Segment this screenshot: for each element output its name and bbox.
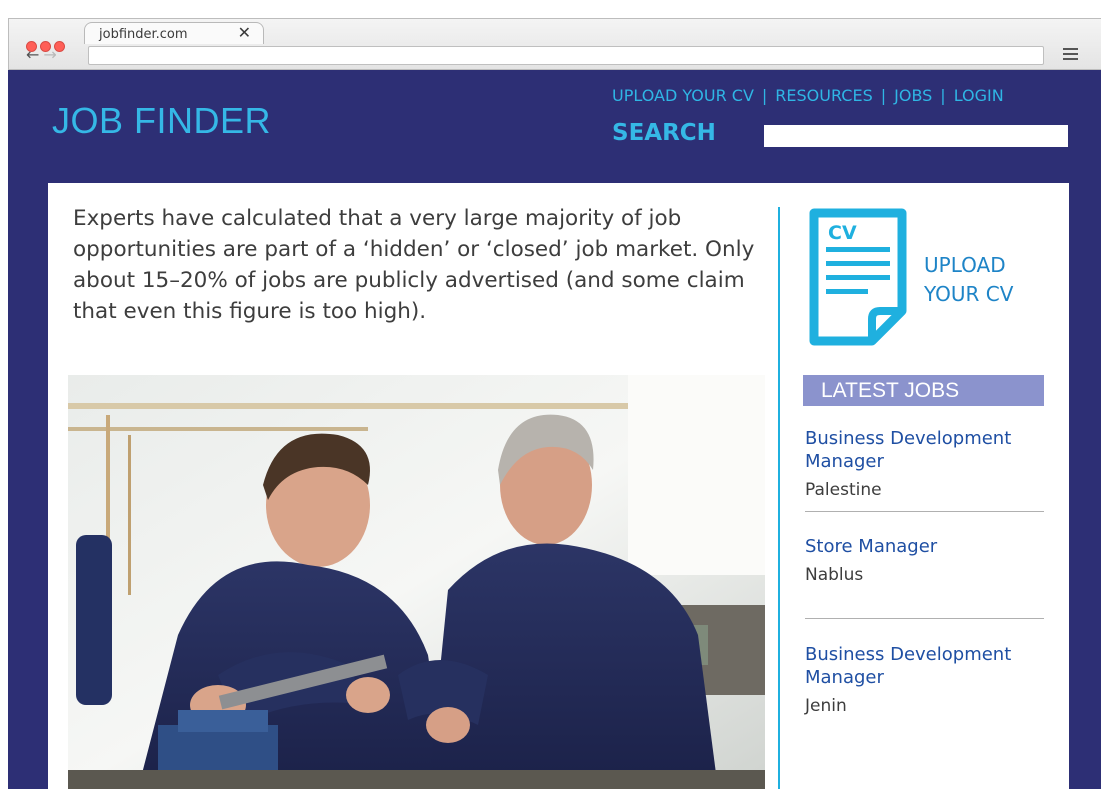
search-label: SEARCH bbox=[612, 120, 716, 146]
job-location: Palestine bbox=[805, 480, 882, 500]
content-divider bbox=[778, 207, 780, 789]
job-separator bbox=[805, 511, 1044, 512]
latest-jobs-header: LATEST JOBS bbox=[803, 375, 1044, 406]
search-input[interactable] bbox=[764, 125, 1068, 147]
job-listing[interactable]: Business Development Manager Jenin bbox=[805, 643, 1045, 718]
job-finder-site: JOB FINDER UPLOAD YOUR CV | RESOURCES | JOBS… bbox=[8, 70, 1101, 789]
tab-title: jobfinder.com bbox=[99, 27, 188, 42]
forward-arrow-icon[interactable]: → bbox=[43, 45, 60, 64]
address-bar[interactable] bbox=[88, 46, 1044, 65]
content-panel: Experts have calculated that a very larg… bbox=[48, 183, 1069, 789]
nav-separator: | bbox=[761, 86, 768, 105]
nav-jobs[interactable]: JOBS bbox=[894, 86, 932, 105]
intro-paragraph: Experts have calculated that a very larg… bbox=[73, 206, 755, 324]
nav-separator: | bbox=[880, 86, 887, 105]
close-tab-icon[interactable]: ✕ bbox=[238, 24, 251, 42]
back-arrow-icon[interactable]: ← bbox=[26, 45, 43, 64]
nav-arrows: ←→ bbox=[26, 45, 61, 64]
job-title[interactable]: Store Manager bbox=[805, 535, 1045, 558]
nav-resources[interactable]: RESOURCES bbox=[775, 86, 872, 105]
cv-document-icon[interactable]: CV bbox=[808, 207, 908, 347]
browser-tab[interactable]: jobfinder.com ✕ bbox=[84, 22, 264, 44]
hamburger-menu-icon[interactable] bbox=[1063, 48, 1078, 60]
cv-icon-label: CV bbox=[828, 222, 857, 244]
job-location: Nablus bbox=[805, 565, 864, 585]
job-title[interactable]: Business Development Manager bbox=[805, 643, 1045, 689]
job-location: Jenin bbox=[805, 696, 847, 716]
job-title[interactable]: Business Development Manager bbox=[805, 427, 1045, 473]
upload-cv-link[interactable]: UPLOAD YOUR CV bbox=[924, 251, 1044, 309]
nav-separator: | bbox=[940, 86, 946, 105]
nav-login[interactable]: LOGIN bbox=[954, 86, 1004, 105]
job-listing[interactable]: Business Development Manager Palestine bbox=[805, 427, 1045, 502]
workshop-photo bbox=[68, 375, 765, 789]
job-separator bbox=[805, 618, 1044, 619]
top-navigation: UPLOAD YOUR CV | RESOURCES | JOBS | LOGIN bbox=[612, 86, 1004, 105]
job-listing[interactable]: Store Manager Nablus bbox=[805, 535, 1045, 587]
site-logo[interactable]: JOB FINDER bbox=[52, 100, 271, 142]
nav-upload-cv[interactable]: UPLOAD YOUR CV bbox=[612, 86, 754, 105]
